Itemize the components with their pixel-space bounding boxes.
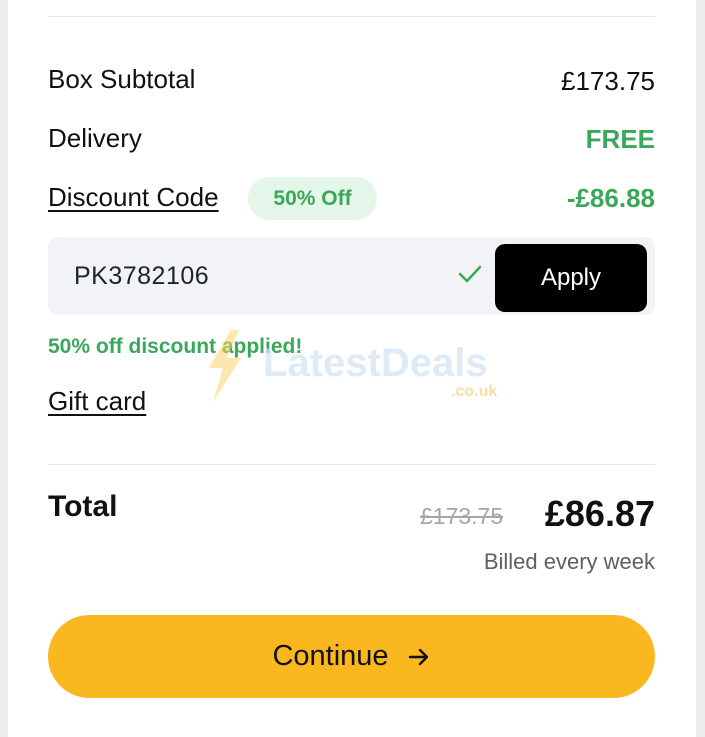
discount-code-input[interactable]: PK3782106 — [74, 237, 209, 315]
discount-code-link[interactable]: Discount Code — [48, 182, 219, 213]
watermark-brand: LatestDeals — [263, 341, 488, 385]
gift-card-link[interactable]: Gift card — [48, 386, 146, 417]
arrow-right-icon — [408, 648, 428, 665]
original-price: £173.75 — [420, 503, 504, 529]
delivery-label: Delivery — [48, 123, 142, 153]
apply-button[interactable]: Apply — [495, 244, 647, 312]
watermark-domain: .co.uk — [451, 383, 497, 400]
continue-label: Continue — [272, 640, 389, 672]
total-divider — [48, 464, 655, 465]
total-price: £86.87 — [544, 493, 655, 534]
subtotal-label: Box Subtotal — [48, 64, 196, 94]
order-summary-card: Box Subtotal £173.75 Delivery FREE Disco… — [8, 0, 696, 737]
check-icon — [458, 265, 482, 283]
top-divider — [48, 16, 655, 17]
delivery-value: FREE — [585, 124, 655, 154]
billing-note: Billed every week — [483, 549, 655, 574]
continue-button[interactable]: Continue — [48, 615, 655, 698]
discount-code-field[interactable]: PK3782106 Apply — [48, 237, 655, 315]
latestdeals-watermark: LatestDeals .co.uk — [209, 330, 497, 402]
discount-value: -£86.88 — [566, 183, 655, 213]
discount-badge: 50% Off — [248, 177, 377, 220]
total-label: Total — [48, 490, 118, 523]
subtotal-value: £173.75 — [561, 66, 655, 96]
